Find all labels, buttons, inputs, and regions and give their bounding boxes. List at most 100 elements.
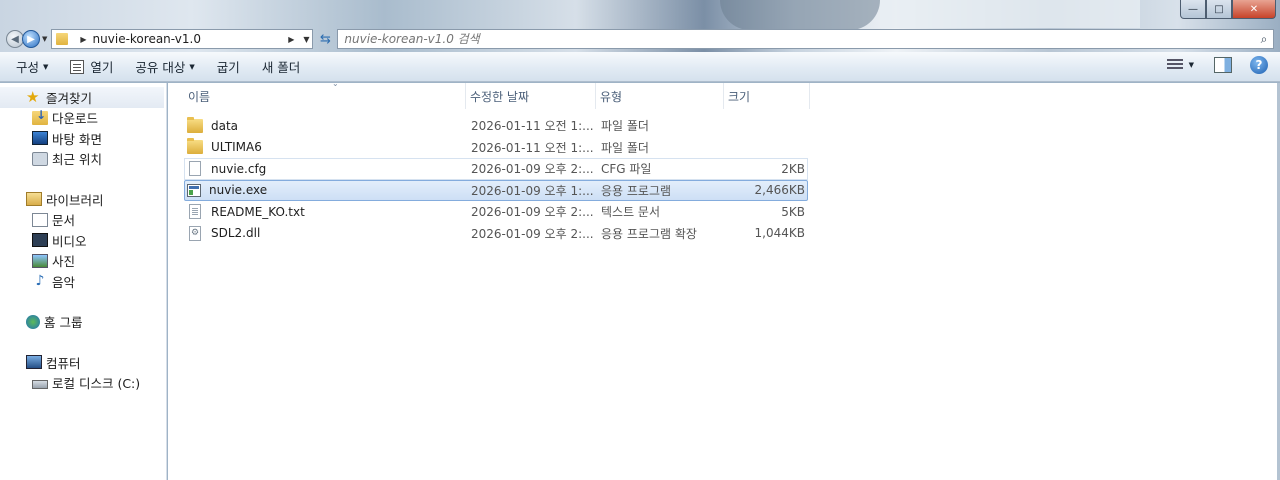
burn-button[interactable]: 굽기 bbox=[217, 57, 240, 76]
background-decoration bbox=[880, 0, 1140, 28]
refresh-button[interactable]: ⇆ bbox=[315, 29, 335, 49]
file-type: 파일 폴더 bbox=[601, 140, 649, 155]
column-header-type[interactable]: 유형 bbox=[596, 83, 724, 109]
share-button[interactable]: 공유 대상 ▼ bbox=[135, 57, 194, 76]
desktop-icon bbox=[32, 131, 48, 146]
chevron-down-icon: ▼ bbox=[189, 62, 195, 71]
search-icon[interactable]: ⌕ bbox=[1255, 32, 1273, 47]
folder-icon bbox=[187, 116, 203, 133]
video-icon bbox=[32, 233, 48, 248]
file-name: data bbox=[211, 118, 239, 133]
sidebar-item-pictures[interactable]: 사진 bbox=[0, 251, 166, 272]
file-size: 1,044KB bbox=[754, 226, 805, 241]
sidebar-item-documents[interactable]: 문서 bbox=[0, 210, 166, 231]
maximize-button[interactable]: □ bbox=[1206, 0, 1232, 19]
file-type: CFG 파일 bbox=[601, 162, 652, 177]
close-button[interactable]: ✕ bbox=[1232, 0, 1276, 19]
views-icon[interactable] bbox=[1166, 57, 1183, 73]
file-name: README_KO.txt bbox=[211, 204, 305, 219]
table-row-selected[interactable]: nuvie.exe 2026-01-09 오후 1:... 응용 프로그램 2,… bbox=[184, 179, 808, 201]
sidebar-item-computer[interactable]: 컴퓨터 bbox=[0, 352, 166, 373]
file-date: 2026-01-09 오후 2:... bbox=[471, 162, 594, 177]
forward-button[interactable]: ▶ bbox=[22, 30, 40, 48]
chevron-down-icon: ▼ bbox=[43, 62, 49, 71]
address-row: ◀ ▶ ▼ ▶ nuvie-korean-v1.0 ▶ ▼ ⇆ ⌕ bbox=[6, 28, 1274, 50]
sidebar-item-label: 라이브러리 bbox=[46, 192, 104, 208]
sidebar-item-homegroup[interactable]: 홈 그룹 bbox=[0, 312, 166, 333]
sidebar-item-label: 문서 bbox=[52, 213, 76, 229]
file-type: 텍스트 문서 bbox=[601, 205, 661, 220]
sidebar-item-label: 음악 bbox=[52, 274, 76, 290]
file-size: 2,466KB bbox=[754, 183, 805, 198]
downloads-icon bbox=[32, 108, 48, 125]
sidebar-item-label: 다운로드 bbox=[52, 111, 99, 127]
column-header-size[interactable]: 크기 bbox=[724, 83, 810, 109]
column-header-date[interactable]: 수정한 날짜 bbox=[466, 83, 596, 109]
sidebar-item-label: 로컬 디스크 (C:) bbox=[52, 376, 141, 392]
recent-places-icon bbox=[32, 151, 48, 166]
file-name: nuvie.exe bbox=[209, 183, 268, 198]
help-button[interactable]: ? bbox=[1250, 56, 1268, 74]
document-icon bbox=[32, 212, 48, 227]
file-type: 응용 프로그램 bbox=[601, 183, 672, 198]
table-row[interactable]: README_KO.txt 2026-01-09 오후 2:... 텍스트 문서… bbox=[184, 201, 808, 223]
preview-pane-icon[interactable] bbox=[1214, 57, 1232, 73]
address-bar[interactable]: ▶ nuvie-korean-v1.0 ▶ ▼ bbox=[51, 29, 314, 49]
recent-pages-dropdown[interactable]: ▼ bbox=[42, 35, 47, 43]
open-label: 열기 bbox=[90, 60, 114, 75]
file-name: ULTIMA6 bbox=[211, 140, 262, 155]
file-name: nuvie.cfg bbox=[211, 161, 267, 176]
sidebar-item-libraries[interactable]: 라이브러리 bbox=[0, 189, 166, 210]
text-file-icon bbox=[189, 204, 201, 220]
file-icon bbox=[189, 161, 201, 177]
sidebar-item-label: 최근 위치 bbox=[52, 152, 102, 168]
search-input[interactable] bbox=[344, 32, 1255, 46]
homegroup-icon bbox=[26, 314, 40, 329]
share-label: 공유 대상 bbox=[135, 60, 186, 75]
sidebar-item-music[interactable]: ♪ 음악 bbox=[0, 271, 166, 292]
table-row[interactable]: nuvie.cfg 2026-01-09 오후 2:... CFG 파일 2KB bbox=[184, 158, 808, 180]
new-folder-label: 새 폴더 bbox=[261, 60, 301, 75]
address-dropdown[interactable]: ▼ bbox=[300, 35, 312, 44]
sidebar-item-videos[interactable]: 비디오 bbox=[0, 230, 166, 251]
file-type: 파일 폴더 bbox=[601, 119, 649, 134]
table-row[interactable]: ULTIMA6 2026-01-11 오전 1:... 파일 폴더 bbox=[184, 137, 808, 159]
picture-icon bbox=[32, 253, 48, 268]
organize-button[interactable]: 구성 ▼ bbox=[16, 57, 48, 76]
chevron-down-icon[interactable]: ▼ bbox=[1189, 61, 1194, 69]
organize-label: 구성 bbox=[16, 60, 40, 75]
sidebar-item-desktop[interactable]: 바탕 화면 bbox=[0, 128, 166, 149]
search-box[interactable]: ⌕ bbox=[337, 29, 1274, 49]
breadcrumb[interactable]: nuvie-korean-v1.0 bbox=[93, 32, 283, 46]
table-row[interactable]: SDL2.dll 2026-01-09 오후 2:... 응용 프로그램 확장 … bbox=[184, 223, 808, 245]
table-row[interactable]: data 2026-01-11 오전 1:... 파일 폴더 bbox=[184, 115, 808, 137]
file-list: 이름 수정한 날짜 유형 크기 ⌄ data 2026-01-11 오전 1:.… bbox=[168, 79, 1280, 480]
application-icon bbox=[70, 59, 85, 74]
burn-label: 굽기 bbox=[216, 60, 240, 75]
chevron-right-icon[interactable]: ▶ bbox=[288, 35, 294, 44]
folder-icon bbox=[187, 138, 203, 155]
open-button[interactable]: 열기 bbox=[70, 57, 113, 76]
sidebar-item-local-disk[interactable]: 로컬 디스크 (C:) bbox=[0, 373, 166, 394]
dll-file-icon bbox=[189, 225, 201, 241]
navigation-buttons: ◀ ▶ ▼ bbox=[6, 30, 47, 48]
sidebar-item-favorites[interactable]: ★ 즐겨찾기 bbox=[0, 87, 164, 108]
sidebar-item-downloads[interactable]: 다운로드 bbox=[0, 108, 166, 129]
file-rows: data 2026-01-11 오전 1:... 파일 폴더 ULTIMA6 2… bbox=[184, 115, 808, 244]
file-date: 2026-01-09 오후 1:... bbox=[471, 183, 594, 198]
file-size: 2KB bbox=[781, 161, 805, 176]
application-icon bbox=[187, 183, 201, 197]
drive-icon bbox=[32, 380, 48, 390]
sidebar-item-label: 컴퓨터 bbox=[46, 355, 81, 371]
new-folder-button[interactable]: 새 폴더 bbox=[262, 57, 300, 76]
command-bar: 구성 ▼ 열기 공유 대상 ▼ 굽기 새 폴더 ▼ ? bbox=[0, 52, 1280, 82]
music-icon: ♪ bbox=[35, 273, 45, 290]
minimize-button[interactable]: — bbox=[1180, 0, 1206, 19]
column-header-name[interactable]: 이름 bbox=[184, 83, 466, 109]
file-type: 응용 프로그램 확장 bbox=[601, 226, 697, 241]
file-date: 2026-01-09 오후 2:... bbox=[471, 226, 594, 241]
sidebar-item-label: 비디오 bbox=[52, 233, 87, 249]
sidebar-item-recent[interactable]: 최근 위치 bbox=[0, 149, 166, 170]
toolbar-right: ▼ ? bbox=[1166, 56, 1268, 74]
chevron-right-icon[interactable]: ▶ bbox=[80, 35, 86, 44]
